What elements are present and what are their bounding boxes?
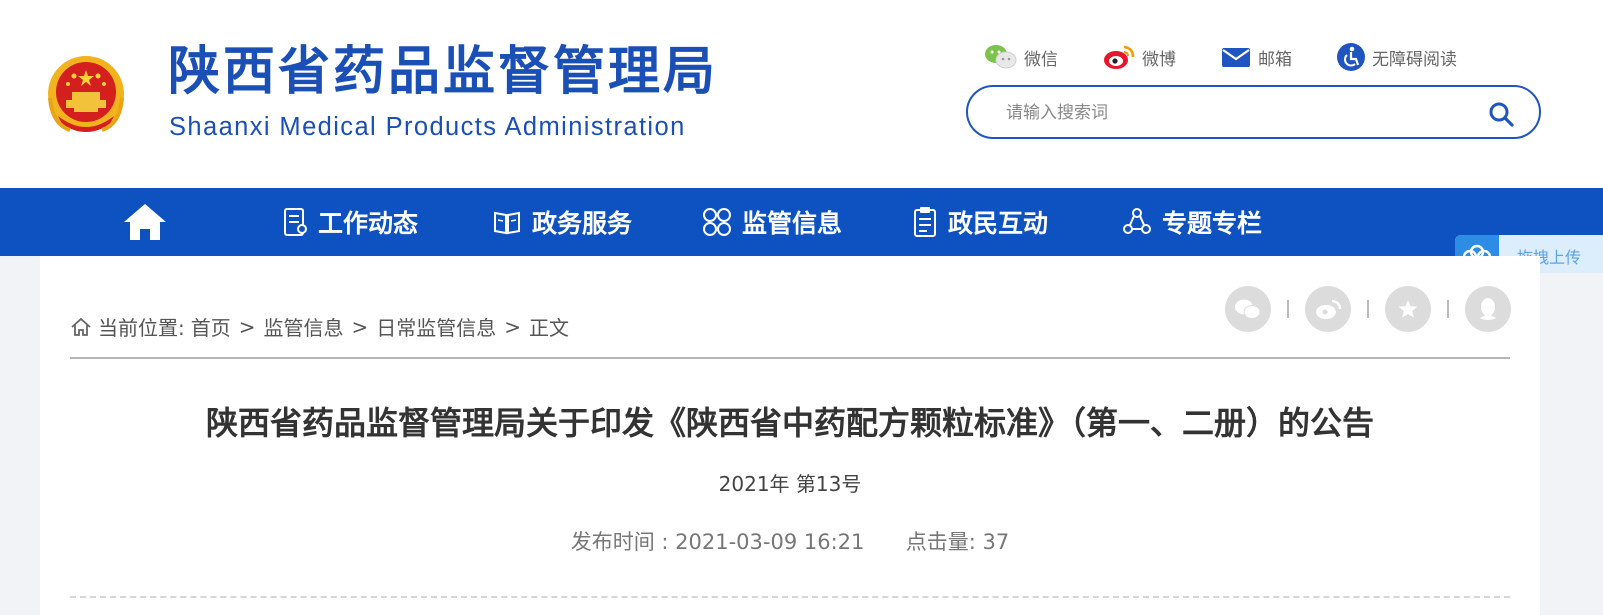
- star-glyph-icon: [1398, 300, 1418, 318]
- breadcrumb-separator: >: [238, 314, 256, 339]
- article-meta: 发布时间 : 2021-03-09 16:21 点击量: 37: [40, 526, 1540, 556]
- top-link-weibo[interactable]: 微博: [1102, 43, 1176, 71]
- weibo-icon: [1104, 45, 1135, 69]
- qq-glyph-icon: [1480, 298, 1496, 320]
- top-link-mail[interactable]: 邮箱: [1220, 45, 1292, 70]
- site-subtitle: Shaanxi Medical Products Administration: [169, 113, 686, 141]
- article-panel: 当前位置: 首页 > 监管信息 > 日常监管信息 > 正文 陕西省药品监督管理局…: [40, 256, 1540, 615]
- article-title: 陕西省药品监督管理局关于印发《陕西省中药配方颗粒标准》（第一、二册）的公告: [205, 404, 1374, 442]
- breadcrumb: 当前位置: 首页 > 监管信息 > 日常监管信息 > 正文: [70, 312, 569, 341]
- site-title[interactable]: 陕西省药品监督管理局: [168, 46, 718, 98]
- search-icon[interactable]: [1487, 100, 1515, 128]
- nav-item-special[interactable]: 专题专栏: [1122, 188, 1262, 256]
- national-emblem-icon[interactable]: [44, 54, 128, 138]
- breadcrumb-prefix: 当前位置:: [98, 316, 185, 340]
- search-box: [966, 85, 1541, 139]
- clipboard-icon: [914, 207, 936, 237]
- share-divider: [1447, 300, 1449, 318]
- views-count: 37: [982, 530, 1010, 554]
- nav-item-label: 政民互动: [948, 209, 1049, 238]
- document-list-icon: [284, 208, 307, 236]
- top-link-label: 微信: [1024, 49, 1058, 70]
- nav-item-label: 监管信息: [742, 209, 843, 238]
- wechat-icon: [985, 45, 1017, 69]
- accessibility-icon: [1337, 43, 1365, 71]
- share-divider: [1367, 300, 1369, 318]
- mail-icon: [1222, 48, 1250, 67]
- nav-item-label: 工作动态: [318, 209, 419, 238]
- nav-item-label: 专题专栏: [1162, 209, 1263, 238]
- nav-item-services[interactable]: 政务服务: [492, 188, 632, 256]
- main-nav: 工作动态 政务服务 监管信息 政民互动 专题专栏: [0, 188, 1603, 256]
- weibo-glyph-icon: [1316, 299, 1342, 319]
- search-input[interactable]: [1006, 99, 1466, 127]
- home-icon[interactable]: [120, 198, 170, 246]
- breadcrumb-daily-regulatory[interactable]: 日常监管信息: [376, 312, 496, 341]
- grid-icon: [703, 208, 731, 236]
- share-divider: [1287, 300, 1289, 318]
- site-header: 陕西省药品监督管理局 Shaanxi Medical Products Admi…: [0, 0, 1603, 188]
- nav-item-regulatory[interactable]: 监管信息: [702, 188, 842, 256]
- top-link-label: 无障碍阅读: [1372, 49, 1457, 70]
- breadcrumb-separator: >: [504, 314, 522, 339]
- nav-item-interaction[interactable]: 政民互动: [912, 188, 1048, 256]
- weibo-share-icon[interactable]: [1305, 286, 1351, 332]
- top-link-accessibility[interactable]: 无障碍阅读: [1336, 42, 1457, 72]
- share-bar: [1225, 286, 1511, 332]
- top-link-label: 微博: [1142, 49, 1176, 70]
- breadcrumb-separator: >: [351, 314, 369, 339]
- nav-item-work-news[interactable]: 工作动态: [282, 188, 418, 256]
- wechat-glyph-icon: [1235, 299, 1261, 319]
- nav-item-label: 政务服务: [532, 209, 633, 238]
- top-links: 微信 微博 邮箱 无障碍阅读: [984, 42, 1457, 72]
- document-number: 2021年 第13号: [718, 472, 862, 496]
- publish-time: 2021-03-09 16:21: [675, 530, 865, 554]
- top-link-label: 邮箱: [1258, 49, 1292, 70]
- book-icon: [494, 211, 520, 235]
- meta-divider: [70, 596, 1510, 598]
- publish-time-label: 发布时间 :: [570, 530, 669, 554]
- favorite-star-icon[interactable]: [1385, 286, 1431, 332]
- home-outline-icon: [71, 317, 91, 336]
- breadcrumb-divider: [70, 357, 1510, 359]
- share-nodes-icon: [1123, 208, 1151, 234]
- wechat-share-icon[interactable]: [1225, 286, 1271, 332]
- top-link-wechat[interactable]: 微信: [984, 43, 1058, 71]
- breadcrumb-regulatory[interactable]: 监管信息: [264, 312, 344, 341]
- views-label: 点击量:: [905, 530, 976, 554]
- qq-share-icon[interactable]: [1465, 286, 1511, 332]
- breadcrumb-current: 正文: [529, 316, 570, 340]
- breadcrumb-home[interactable]: 首页: [191, 312, 231, 341]
